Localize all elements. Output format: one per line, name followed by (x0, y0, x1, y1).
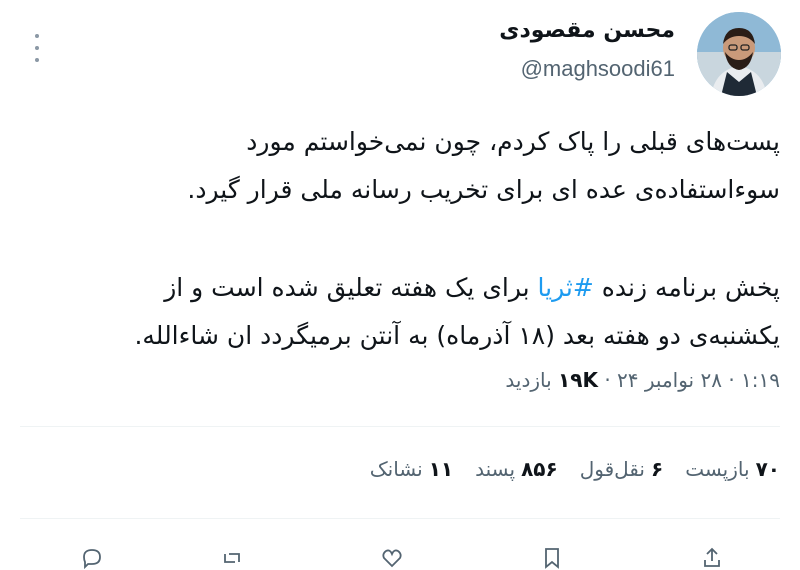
tweet-line: پست‌های قبلی را پاک کردم، چون نمی‌خواستم… (246, 127, 780, 156)
likes-stat[interactable]: ۸۵۶پسند (475, 457, 558, 481)
tweet-text-segment: برای یک هفته تعلیق شده است و از (164, 273, 538, 302)
tweet-line: پخش برنامه زنده #ثریا برای یک هفته تعلیق… (10, 264, 780, 312)
quotes-stat[interactable]: ۶نقل‌قول (580, 457, 663, 481)
more-options-icon[interactable] (30, 34, 44, 62)
bookmark-icon[interactable] (540, 546, 564, 570)
retweets-label: بازپست (685, 457, 750, 481)
tweet-text-segment: پخش برنامه زنده (593, 273, 780, 302)
hashtag-link[interactable]: #ثریا (538, 273, 594, 302)
divider (20, 426, 780, 427)
quotes-count: ۶ (650, 457, 664, 481)
bookmarks-stat[interactable]: ۱۱نشانک (370, 457, 453, 481)
views-label: بازدید (505, 368, 552, 392)
dot (35, 46, 39, 50)
dot (35, 58, 39, 62)
views-count: ۱۹K (558, 368, 598, 392)
retweets-stat[interactable]: ۷۰بازپست (685, 457, 780, 481)
retweet-icon[interactable] (220, 546, 244, 570)
dot (35, 34, 39, 38)
tweet-actions (60, 546, 740, 570)
tweet-line: یکشنبه‌ی دو هفته بعد (۱۸ آذرماه) به آنتن… (134, 321, 780, 350)
tweet-text: پست‌های قبلی را پاک کردم، چون نمی‌خواستم… (10, 118, 780, 360)
tweet-date[interactable]: ۲۸ نوامبر ۲۴ (617, 368, 722, 392)
like-icon[interactable] (380, 546, 404, 570)
avatar[interactable] (697, 12, 781, 96)
meta-separator: · (728, 368, 735, 392)
likes-label: پسند (475, 457, 516, 481)
meta-separator: · (604, 368, 611, 392)
share-icon[interactable] (700, 546, 724, 570)
divider (20, 518, 780, 519)
reply-icon[interactable] (80, 546, 104, 570)
likes-count: ۸۵۶ (521, 457, 558, 481)
bookmarks-count: ۱۱ (428, 457, 454, 481)
author-name[interactable]: محسن مقصودی (499, 18, 675, 43)
avatar-image (697, 12, 781, 96)
author-handle[interactable]: @maghsoodi61 (521, 56, 675, 82)
bookmarks-label: نشانک (369, 457, 423, 481)
tweet-line: سوءاستفاده‌ی عده ای برای تخریب رسانه ملی… (187, 175, 780, 204)
tweet-meta: ۱:۱۹ · ۲۸ نوامبر ۲۴ · ۱۹K بازدید (505, 368, 780, 392)
tweet-time[interactable]: ۱:۱۹ (741, 368, 780, 392)
quotes-label: نقل‌قول (579, 457, 645, 481)
engagement-stats: ۷۰بازپست ۶نقل‌قول ۸۵۶پسند ۱۱نشانک (370, 457, 780, 481)
retweets-count: ۷۰ (755, 457, 780, 481)
